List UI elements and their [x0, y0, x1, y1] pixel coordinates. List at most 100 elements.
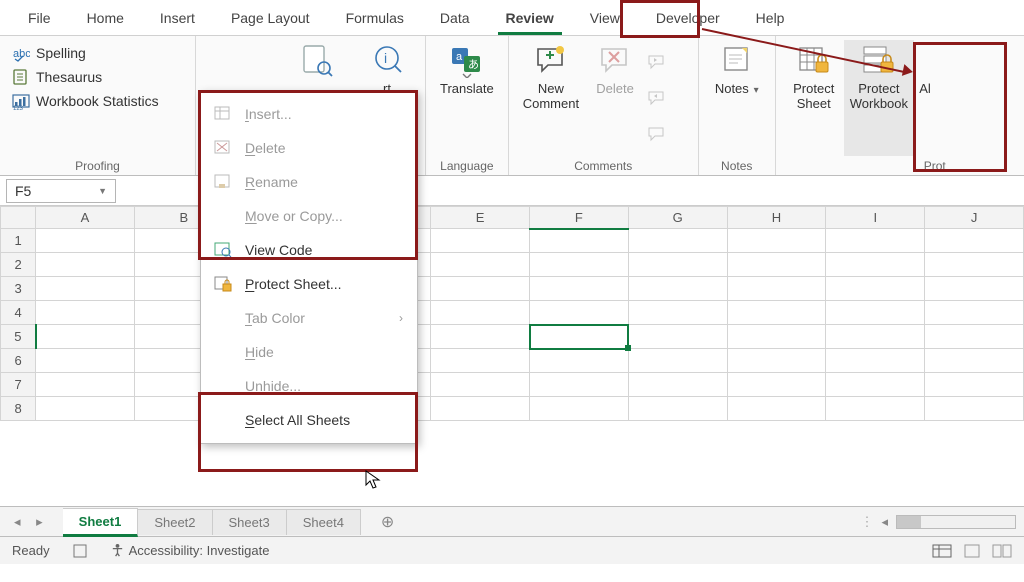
ctx-select-all-sheets[interactable]: Select All Sheets — [201, 403, 417, 437]
grid[interactable]: A B C D E F G H I J 1 2 3 4 5 6 7 8 — [0, 206, 1024, 506]
btn-spelling[interactable]: abc Spelling — [12, 44, 183, 62]
row-7[interactable]: 7 — [1, 373, 36, 397]
spelling-icon: abc — [12, 44, 30, 62]
name-box[interactable]: F5 ▼ — [6, 179, 116, 203]
ctx-move-copy[interactable]: Move or Copy... — [201, 199, 417, 233]
select-all-corner[interactable] — [1, 207, 36, 229]
partial-icon — [916, 44, 934, 78]
col-F[interactable]: F — [530, 207, 629, 229]
status-ready: Ready — [12, 543, 50, 558]
translate-icon: aあ — [450, 44, 484, 78]
delete-sheet-icon — [213, 139, 233, 157]
row-6[interactable]: 6 — [1, 349, 36, 373]
tab-help[interactable]: Help — [738, 2, 803, 34]
status-recording-icon[interactable] — [72, 543, 88, 559]
spelling-label: Spelling — [36, 45, 86, 61]
group-label-notes: Notes — [707, 156, 767, 173]
row-4[interactable]: 4 — [1, 301, 36, 325]
scroll-left-icon[interactable]: ◂ — [881, 514, 888, 530]
group-protect: ProtectSheet ProtectWorkbook Al Prot — [776, 36, 956, 175]
chevron-down-icon[interactable]: ▼ — [98, 186, 107, 196]
tab-home[interactable]: Home — [69, 2, 142, 34]
tab-formulas[interactable]: Formulas — [328, 2, 422, 34]
protect-sheet-label: ProtectSheet — [793, 82, 834, 112]
formula-bar: F5 ▼ — [0, 176, 1024, 206]
row-5[interactable]: 5 — [1, 325, 36, 349]
btn-delete-comment[interactable]: Delete — [585, 40, 645, 156]
row-3[interactable]: 3 — [1, 277, 36, 301]
col-J[interactable]: J — [925, 207, 1024, 229]
col-I[interactable]: I — [826, 207, 925, 229]
btn-thesaurus[interactable]: Thesaurus — [12, 68, 183, 86]
ctx-protect-sheet[interactable]: Protect Sheet... — [201, 267, 417, 301]
svg-text:a: a — [456, 51, 463, 63]
tab-data[interactable]: Data — [422, 2, 488, 34]
ctx-delete[interactable]: Delete — [201, 131, 417, 165]
ctx-view-code[interactable]: View Code — [201, 233, 417, 267]
cell-F5[interactable] — [530, 325, 629, 349]
delete-comment-label: Delete — [596, 82, 634, 97]
row-8[interactable]: 8 — [1, 397, 36, 421]
group-proofing: abc Spelling Thesaurus 123 Workbook Stat… — [0, 36, 196, 175]
btn-workbook-stats[interactable]: 123 Workbook Statistics — [12, 92, 183, 110]
protect-wb-label: ProtectWorkbook — [850, 82, 908, 112]
ctx-hide[interactable]: Hide — [201, 335, 417, 369]
thesaurus-icon — [12, 68, 30, 86]
sheet-tab-4[interactable]: Sheet4 — [287, 509, 361, 535]
horizontal-scrollbar[interactable] — [896, 515, 1016, 529]
protect-sheet-icon — [797, 44, 831, 78]
translate-label: Translate — [440, 82, 494, 97]
ctx-tab-color[interactable]: Tab Color › — [201, 301, 417, 335]
btn-protect-sheet[interactable]: ProtectSheet — [784, 40, 844, 156]
view-normal-icon[interactable] — [932, 544, 952, 558]
add-sheet-button[interactable]: ⊕ — [361, 512, 414, 532]
status-bar: Ready Accessibility: Investigate — [0, 536, 1024, 564]
sheet-nav-arrows[interactable]: ◂ ▸ — [0, 514, 63, 530]
next-comment-icon[interactable] — [647, 89, 665, 107]
btn-translate[interactable]: aあ Translate — [434, 40, 500, 97]
btn-new-comment[interactable]: NewComment — [517, 40, 585, 156]
group-label-proofing: Proofing — [8, 156, 187, 173]
view-page-break-icon[interactable] — [992, 544, 1012, 558]
tab-view[interactable]: View — [572, 2, 638, 34]
new-comment-icon — [534, 44, 568, 78]
tab-review[interactable]: Review — [488, 2, 572, 34]
new-comment-label: NewComment — [523, 82, 579, 112]
svg-text:あ: あ — [468, 58, 479, 71]
row-2[interactable]: 2 — [1, 253, 36, 277]
tab-insert[interactable]: Insert — [142, 2, 213, 34]
ctx-unhide[interactable]: Unhide... — [201, 369, 417, 403]
col-G[interactable]: G — [628, 207, 727, 229]
col-A[interactable]: A — [36, 207, 135, 229]
rename-icon — [213, 173, 233, 191]
group-label-comments: Comments — [517, 156, 690, 173]
ctx-insert[interactable]: Insert... — [201, 97, 417, 131]
sheet-tab-1[interactable]: Sheet1 — [63, 508, 139, 537]
btn-protect-workbook[interactable]: ProtectWorkbook — [844, 40, 914, 156]
sheet-tab-3[interactable]: Sheet3 — [213, 509, 287, 535]
chevron-down-icon: ▾ — [751, 85, 759, 96]
tab-developer[interactable]: Developer — [638, 2, 738, 34]
tab-page-layout[interactable]: Page Layout — [213, 2, 328, 34]
ctx-rename[interactable]: Rename — [201, 165, 417, 199]
prev-comment-icon[interactable] — [647, 53, 665, 71]
thesaurus-label: Thesaurus — [36, 69, 102, 85]
view-page-layout-icon[interactable] — [962, 544, 982, 558]
col-H[interactable]: H — [727, 207, 826, 229]
insert-sheet-icon — [213, 105, 233, 123]
status-accessibility[interactable]: Accessibility: Investigate — [110, 543, 270, 558]
menu-tabs: File Home Insert Page Layout Formulas Da… — [0, 0, 1024, 36]
btn-notes[interactable]: Notes ▾ — [707, 40, 767, 97]
sheet-context-menu: Insert... Delete Rename Move or Copy... … — [200, 90, 418, 444]
tab-splitter[interactable]: ⋮ — [860, 514, 873, 530]
sheet-tab-2[interactable]: Sheet2 — [138, 509, 212, 535]
show-comments-icon[interactable] — [647, 125, 665, 143]
tab-file[interactable]: File — [10, 2, 69, 34]
group-label-language: Language — [434, 156, 500, 173]
btn-allow-edit-partial[interactable]: Al — [914, 40, 934, 156]
row-1[interactable]: 1 — [1, 229, 36, 253]
notes-label: Notes ▾ — [715, 82, 759, 97]
col-E[interactable]: E — [431, 207, 530, 229]
accessibility-icon — [110, 543, 125, 558]
ribbon: abc Spelling Thesaurus 123 Workbook Stat… — [0, 36, 1024, 176]
